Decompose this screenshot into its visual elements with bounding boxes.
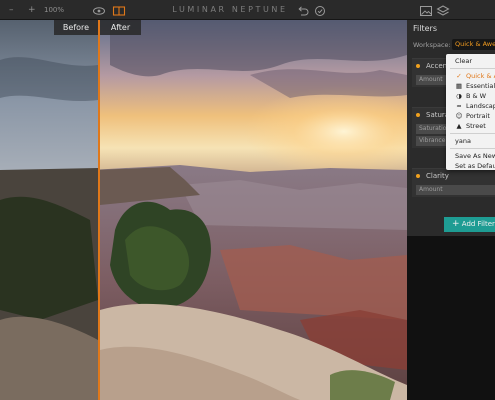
slider-amount[interactable]: Amount (416, 185, 495, 195)
mountain-icon: ≈ (456, 102, 462, 110)
top-toolbar: – + 100% LUMINAR NEPTUNE (0, 0, 495, 20)
history-icon[interactable] (313, 3, 327, 17)
layers-icon[interactable] (436, 3, 450, 17)
menu-item-user-preset[interactable]: yana (446, 136, 495, 146)
menu-item-essentials[interactable]: ▦ Essentials (446, 81, 495, 91)
app-title: LUMINAR NEPTUNE (172, 5, 288, 14)
menu-item-bw[interactable]: ◑ B & W (446, 91, 495, 101)
add-filter-button[interactable]: + Add Filter (444, 217, 495, 232)
filter-active-dot (416, 64, 420, 68)
menu-item-label: Landscape (466, 102, 495, 110)
plus-icon: + (452, 219, 460, 229)
image-icon[interactable] (419, 3, 433, 17)
menu-item-set-default[interactable]: Set as Default (446, 161, 495, 170)
menu-item-quick-awesome[interactable]: ✓ Quick & Awesome (446, 71, 495, 81)
landscape-photo (0, 20, 407, 400)
after-label: After (100, 20, 141, 35)
check-icon: ✓ (456, 72, 462, 80)
menu-divider (450, 68, 495, 69)
menu-divider (450, 148, 495, 149)
add-filter-label: Add Filter (461, 220, 495, 228)
zoom-level[interactable]: 100% (44, 3, 64, 17)
workspace-label: Workspace: (413, 41, 451, 49)
menu-divider (450, 133, 495, 134)
filter-active-dot (416, 113, 420, 117)
filter-header[interactable]: Clarity (412, 169, 495, 183)
menu-item-label: Essentials (466, 82, 495, 90)
undo-icon[interactable] (296, 3, 310, 17)
panel-title: Filters (413, 24, 437, 33)
face-icon: ☺ (455, 112, 463, 120)
compare-view-icon[interactable] (112, 3, 126, 17)
zoom-in-icon[interactable]: + (28, 3, 36, 17)
photo-canvas[interactable]: Before After (0, 20, 407, 400)
contrast-icon: ◑ (456, 92, 462, 100)
zoom-out-icon[interactable]: – (9, 3, 14, 17)
triangle-icon: ▲ (456, 122, 462, 130)
filter-name: Clarity (426, 172, 449, 180)
workspace-select[interactable]: Quick & Awesome (452, 39, 495, 50)
menu-item-landscape[interactable]: ≈ Landscape (446, 101, 495, 111)
workspace-menu: Clear ✓ Quick & Awesome ▦ Essentials ◑ B… (446, 54, 495, 170)
eye-icon[interactable] (92, 3, 106, 17)
panel-empty-area (407, 236, 495, 400)
before-label: Before (54, 20, 98, 35)
filter-active-dot (416, 174, 420, 178)
menu-item-label: Portrait (466, 112, 490, 120)
menu-item-clear[interactable]: Clear (446, 56, 495, 66)
grid-icon: ▦ (455, 82, 463, 90)
menu-item-street[interactable]: ▲ Street (446, 121, 495, 131)
menu-item-save-as-new[interactable]: Save As New (446, 151, 495, 161)
menu-item-label: Street (466, 122, 486, 130)
menu-item-label: Quick & Awesome (466, 72, 495, 80)
menu-item-label: B & W (466, 92, 487, 100)
filter-clarity[interactable]: Clarity Amount (412, 168, 495, 197)
menu-item-portrait[interactable]: ☺ Portrait (446, 111, 495, 121)
before-after-divider[interactable] (98, 20, 100, 400)
